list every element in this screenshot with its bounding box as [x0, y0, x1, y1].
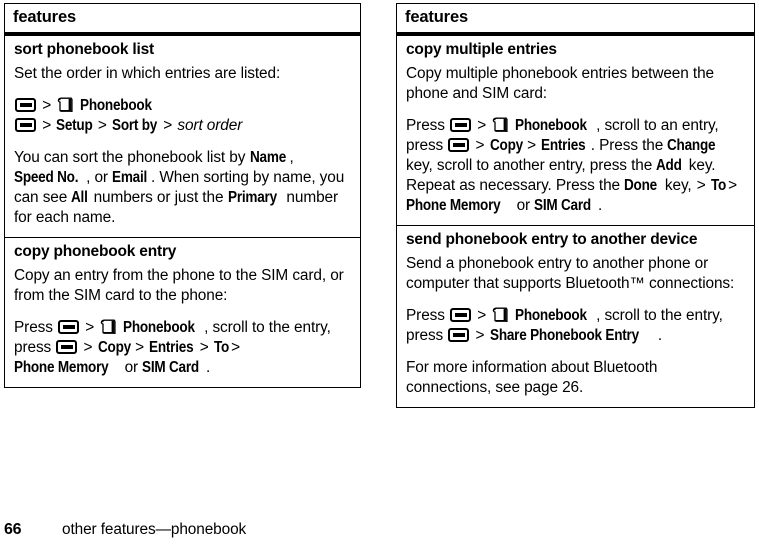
feature-section-body: Copy an entry from the phone to the SIM … — [5, 266, 360, 387]
menu-key-icon — [450, 117, 472, 132]
phonebook-book-icon — [492, 307, 509, 323]
menu-path-separator: > — [728, 176, 738, 194]
ui-term: All — [71, 188, 89, 206]
ui-term: Phonebook — [515, 116, 588, 134]
ui-term: To — [213, 338, 229, 356]
ui-term: Phonebook — [80, 96, 153, 114]
feature-paragraph: Press > Phonebook, scroll to an entry, p… — [406, 116, 745, 216]
feature-section-title: copy multiple entries — [406, 40, 557, 58]
feature-section-title: copy phonebook entry — [14, 242, 177, 260]
ui-term: Speed No. — [14, 168, 79, 186]
feature-section-body: Send a phonebook entry to another phone … — [397, 254, 754, 407]
variable-term: sort order — [177, 116, 243, 134]
feature-section-title: sort phonebook list — [14, 40, 155, 58]
ui-term: Email — [112, 168, 148, 186]
feature-paragraph: Send a phonebook entry to another phone … — [406, 254, 735, 292]
left-sections-container: sort phonebook list Set the order in whic… — [5, 36, 360, 387]
feature-section: sort phonebook list Set the order in whic… — [5, 36, 360, 237]
menu-key-icon — [56, 339, 78, 354]
ui-term: Primary — [227, 188, 277, 206]
menu-key-icon — [15, 97, 36, 112]
page-footer: 66 other features—phonebook — [4, 521, 246, 539]
ui-term: Phone Memory — [14, 358, 109, 376]
menu-key-icon — [58, 319, 80, 334]
right-sections-container: copy multiple entries Copy multiple phone… — [397, 36, 754, 407]
menu-path-separator: > — [527, 136, 541, 154]
ui-term: Share Phonebook Entry — [489, 326, 639, 344]
ui-term: Copy — [489, 136, 523, 154]
feature-paragraph: > Phonebook > Setup > Sort by > sort order — [14, 96, 351, 136]
feature-paragraph: Copy multiple phonebook entries between … — [406, 64, 714, 102]
feature-section: send phonebook entry to another device Se… — [397, 224, 754, 407]
ui-term: Done — [624, 176, 658, 194]
feature-paragraph: For more information about Bluetooth con… — [406, 358, 658, 396]
feature-section: copy phonebook entry Copy an entry from t… — [5, 236, 360, 387]
menu-path-separator: > — [199, 338, 213, 356]
features-table-left: features sort phonebook list Set the orde… — [4, 3, 361, 388]
ui-term: To — [710, 176, 726, 194]
feature-paragraph: Copy an entry from the phone to the SIM … — [14, 266, 344, 304]
menu-path-separator: > — [97, 116, 111, 134]
menu-key-icon — [450, 307, 472, 322]
menu-path-separator: > — [477, 306, 491, 324]
menu-path-separator: > — [42, 96, 56, 114]
table-header-features-left: features — [5, 4, 360, 36]
table-header-features-right: features — [397, 4, 754, 36]
phonebook-book-icon — [100, 319, 117, 335]
ui-term: SIM Card — [142, 358, 200, 376]
menu-path-separator: > — [163, 116, 177, 134]
menu-key-icon — [448, 137, 470, 152]
feature-paragraph: Press > Phonebook, scroll to the entry, … — [14, 318, 351, 378]
menu-path-separator: > — [475, 136, 489, 154]
feature-section-body: Copy multiple phonebook entries between … — [397, 64, 754, 225]
ui-term: Entries — [149, 338, 194, 356]
ui-term: Add — [656, 156, 683, 174]
feature-paragraph: You can sort the phonebook list by Name,… — [14, 148, 345, 226]
menu-path-separator: > — [696, 176, 710, 194]
ui-term: Change — [667, 136, 716, 154]
menu-path-separator: > — [42, 116, 56, 134]
ui-term: Phone Memory — [406, 196, 501, 214]
menu-path-separator: > — [231, 338, 240, 356]
feature-paragraph: Press > Phonebook, scroll to the entry, … — [406, 306, 745, 346]
menu-key-icon — [448, 327, 470, 342]
feature-paragraph: Set the order in which entries are liste… — [14, 64, 281, 82]
ui-term: SIM Card — [534, 196, 592, 214]
ui-term: Entries — [541, 136, 586, 154]
feature-section-title: send phonebook entry to another device — [406, 230, 698, 248]
ui-term: Name — [249, 148, 286, 166]
menu-path-separator: > — [475, 326, 489, 344]
ui-term: Setup — [56, 116, 93, 134]
phonebook-book-icon — [492, 117, 509, 133]
ui-term: Sort by — [111, 116, 158, 134]
ui-term: Copy — [97, 338, 131, 356]
feature-section-body: Set the order in which entries are liste… — [5, 64, 360, 237]
menu-path-separator: > — [135, 338, 149, 356]
menu-path-separator: > — [83, 338, 97, 356]
ui-term: Phonebook — [515, 306, 588, 324]
manual-page: features sort phonebook list Set the orde… — [0, 0, 759, 547]
menu-path-separator: > — [477, 116, 491, 134]
ui-term: Phonebook — [123, 318, 196, 336]
menu-path-separator: > — [85, 318, 99, 336]
footer-chapter-label: other features—phonebook — [62, 521, 247, 538]
phonebook-book-icon — [57, 97, 74, 113]
features-table-right: features copy multiple entries Copy multi… — [396, 3, 755, 408]
footer-page-number: 66 — [4, 521, 22, 538]
feature-section: copy multiple entries Copy multiple phone… — [397, 36, 754, 225]
menu-key-icon — [15, 117, 36, 132]
